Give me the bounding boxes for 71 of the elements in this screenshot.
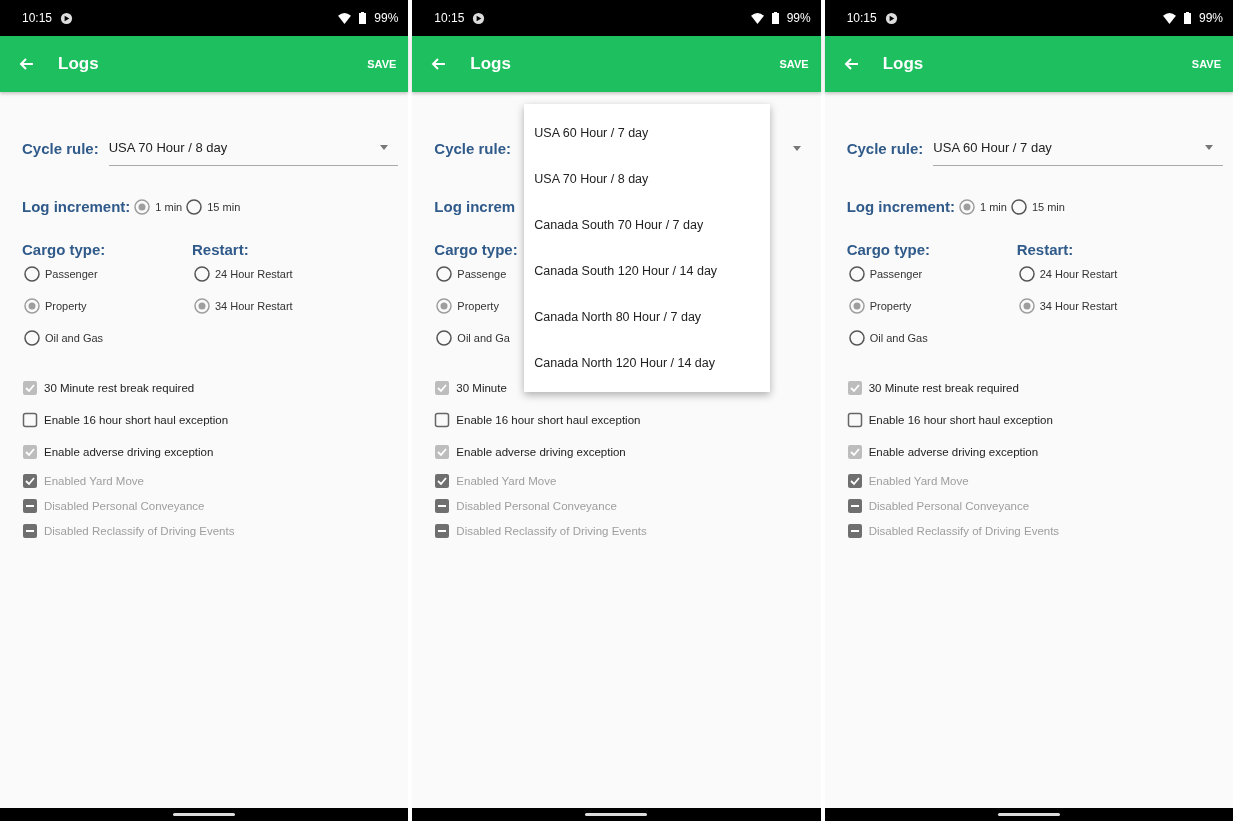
cycle-rule-dropdown[interactable]: USA 60 Hour / 7 day [933,130,1223,166]
battery-icon [359,12,367,24]
checkbox-option[interactable]: Enable adverse driving exception [434,436,811,468]
log-increment-label: Log increment: [22,198,131,215]
cargo-type-label: Cargo type: [434,241,518,258]
radio-option[interactable]: 15 min [186,198,241,215]
radio-option[interactable]: Passenge [436,258,507,290]
status-time: 10:15 [846,11,877,25]
cycle-rule-dropdown[interactable]: USA 70 Hour / 8 day [108,130,399,166]
battery-icon [1183,12,1191,24]
radio-option[interactable]: 34 Hour Restart [1018,290,1118,322]
cycle-rule-label: Cycle rule: [846,139,924,157]
menu-item[interactable]: Canada South 70 Hour / 7 day [524,202,771,248]
cargo-type-label: Cargo type: [22,241,106,258]
radio-option[interactable]: 15 min [1010,198,1065,215]
wifi-icon [338,12,352,24]
battery-percent: 99% [786,11,811,25]
screen-title: Logs [58,54,99,74]
radio-option[interactable]: 1 min [959,198,1007,215]
checkbox-option[interactable]: Enable 16 hour short haul exception [846,404,1223,436]
checkbox-option[interactable]: Enable 16 hour short haul exception [22,404,399,436]
radio-option[interactable]: Property [24,290,87,322]
radio-option[interactable]: Passenger [848,258,923,290]
caret-icon [792,145,801,151]
radio-option[interactable]: 34 Hour Restart [194,290,293,322]
home-indicator[interactable] [585,813,648,816]
wifi-icon [750,12,764,24]
screen-title: Logs [882,54,924,74]
home-indicator[interactable] [173,813,236,816]
radio-option[interactable]: 24 Hour Restart [194,258,293,290]
menu-item[interactable]: USA 60 Hour / 7 day [524,110,771,156]
menu-item[interactable]: Canada North 80 Hour / 7 day [524,294,771,340]
radio-option[interactable]: Oil and Ga [436,322,510,354]
back-button[interactable] [430,56,447,72]
battery-percent: 99% [1198,11,1223,25]
notification-icon [60,11,74,25]
radio-option[interactable]: Oil and Gas [848,322,928,354]
notification-icon [472,11,486,25]
back-button[interactable] [18,56,34,72]
caret-icon [380,145,389,150]
checkbox-option[interactable]: Enable adverse driving exception [846,436,1223,468]
log-increment-label: Log increment: [846,198,955,215]
cargo-type-label: Cargo type: [846,241,930,258]
menu-item[interactable]: Canada North 120 Hour / 14 day [524,340,771,386]
caret-icon [1205,145,1213,150]
cycle-rule-label: Cycle rule: [434,139,512,157]
restart-label: Restart: [1016,241,1074,258]
restart-label: Restart: [192,241,249,258]
checkbox-option[interactable]: 30 Minute rest break required [846,372,1223,404]
back-button[interactable] [842,56,859,72]
menu-item[interactable]: Canada South 120 Hour / 14 day [524,248,771,294]
wifi-icon [1162,12,1176,24]
status-time: 10:15 [22,11,53,25]
battery-icon [771,12,779,24]
screen-title: Logs [470,54,511,74]
battery-percent: 99% [374,11,399,25]
radio-option[interactable]: 24 Hour Restart [1018,258,1118,290]
radio-option[interactable]: Property [436,290,499,322]
radio-option[interactable]: Property [848,290,912,322]
checkbox-option[interactable]: Enable adverse driving exception [22,436,399,468]
checkbox-option[interactable]: 30 Minute rest break required [22,372,399,404]
home-indicator[interactable] [997,813,1060,816]
radio-option[interactable]: Oil and Gas [24,322,104,354]
notification-icon [884,11,898,25]
menu-item[interactable]: USA 70 Hour / 8 day [524,156,771,202]
log-increment-label: Log increm [434,198,516,215]
checkbox-option[interactable]: Enable 16 hour short haul exception [434,404,811,436]
cycle-rule-label: Cycle rule: [22,139,99,157]
status-time: 10:15 [434,11,465,25]
radio-option[interactable]: Passenger [24,258,98,290]
radio-option[interactable]: 1 min [134,198,183,215]
